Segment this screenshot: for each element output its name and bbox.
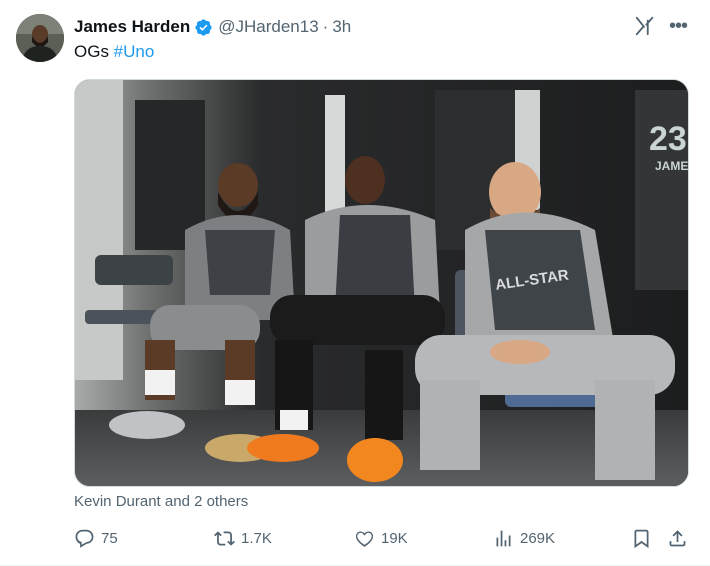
- tweet-media-photo[interactable]: 23 JAME ALL-STAR: [74, 79, 689, 487]
- like-count: 19K: [381, 529, 408, 547]
- jersey-name: JAME: [655, 159, 688, 173]
- views-count: 269K: [520, 529, 556, 547]
- like-button[interactable]: 19K: [354, 524, 408, 552]
- tweet-header: James Harden @JHarden13 · 3h: [74, 16, 351, 38]
- reply-icon: [75, 529, 94, 548]
- action-bar: 75 1.7K 19K 269K: [74, 524, 690, 552]
- tweet-text-body: OGs: [74, 42, 114, 61]
- repost-icon: [214, 530, 235, 546]
- bookmark-icon: [634, 529, 649, 548]
- grok-icon[interactable]: [634, 15, 656, 37]
- photo-image: 23 JAME ALL-STAR: [75, 80, 688, 486]
- repost-button[interactable]: 1.7K: [214, 524, 272, 552]
- hashtag-link[interactable]: #Uno: [114, 42, 155, 61]
- verified-badge-icon: [195, 18, 212, 36]
- avatar[interactable]: [16, 14, 64, 62]
- views-icon: [496, 530, 511, 546]
- jersey-number: 23: [649, 120, 687, 158]
- avatar-image: [16, 14, 64, 62]
- tweet-text: OGs #Uno: [74, 42, 154, 62]
- author-handle[interactable]: @JHarden13: [218, 17, 318, 37]
- reply-count: 75: [101, 529, 118, 547]
- reply-button[interactable]: 75: [74, 524, 118, 552]
- timestamp[interactable]: 3h: [332, 17, 351, 37]
- separator-dot: ·: [322, 17, 329, 36]
- author-name[interactable]: James Harden: [74, 17, 190, 37]
- tagged-users[interactable]: Kevin Durant and 2 others: [74, 493, 248, 510]
- views-button[interactable]: 269K: [493, 524, 555, 552]
- more-icon[interactable]: •••: [666, 14, 690, 38]
- repost-count: 1.7K: [241, 529, 272, 547]
- heart-icon: [355, 530, 374, 547]
- share-icon: [669, 529, 686, 546]
- share-button[interactable]: [667, 524, 688, 552]
- bookmark-button[interactable]: [631, 524, 652, 552]
- tweet[interactable]: James Harden @JHarden13 · 3h OGs #Uno ••…: [0, 0, 710, 566]
